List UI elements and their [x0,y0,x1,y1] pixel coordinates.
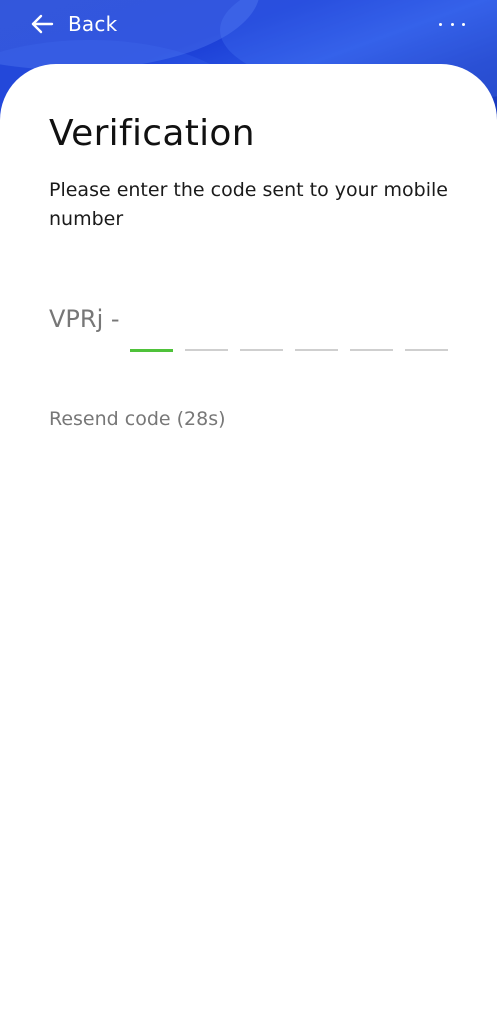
code-digit-2[interactable] [185,305,228,351]
code-digit-5[interactable] [350,305,393,351]
more-options-button[interactable] [439,14,465,34]
back-label: Back [68,12,118,36]
arrow-left-icon [30,13,54,35]
code-digit-4[interactable] [295,305,338,351]
page-subtitle: Please enter the code sent to your mobil… [49,179,448,230]
code-digit-3[interactable] [240,305,283,351]
code-digit-6[interactable] [405,305,448,351]
verification-code-input: VPRj - [49,305,449,355]
resend-code-link[interactable]: Resend code (28s) [49,408,226,430]
top-bar: Back [0,0,497,50]
code-prefix: VPRj - [49,305,120,333]
more-horizontal-icon [439,22,442,26]
code-digit-1[interactable] [130,305,173,352]
back-button[interactable]: Back [30,8,117,40]
page-title: Verification [49,113,255,154]
